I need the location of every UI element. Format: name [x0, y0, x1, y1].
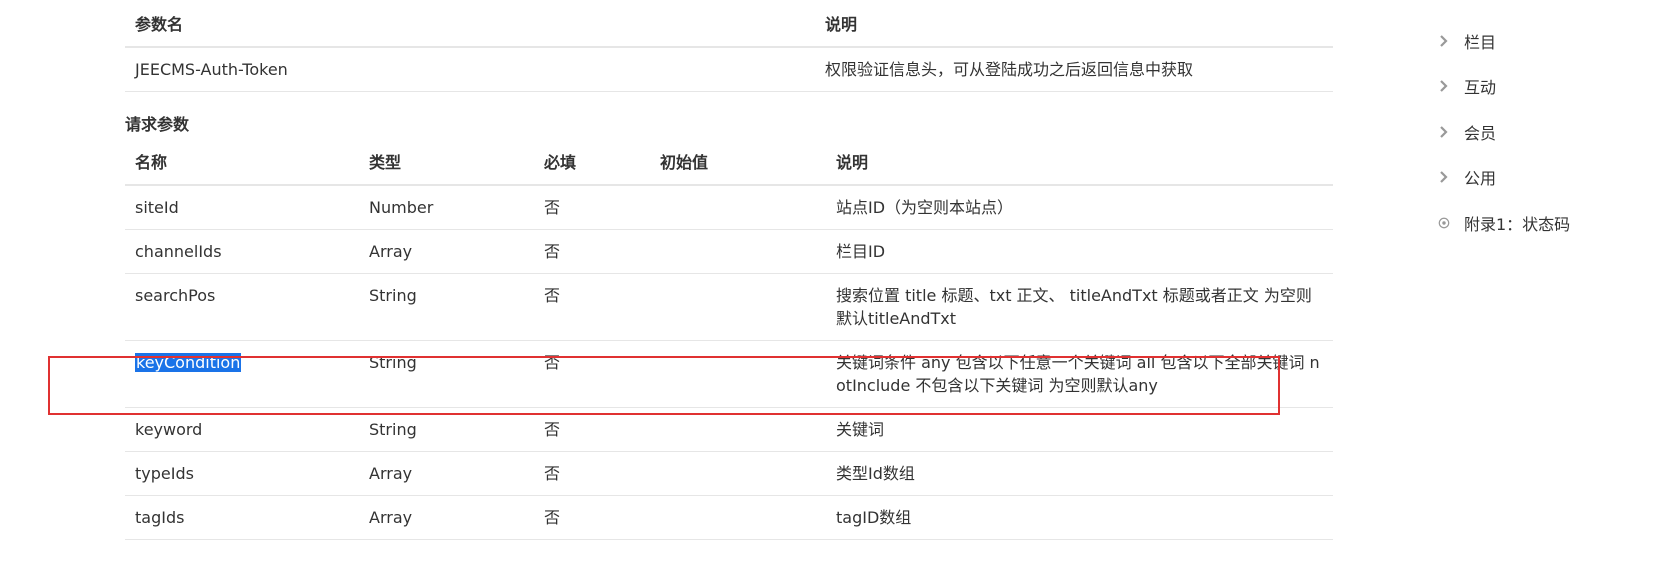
cell-type: String: [359, 407, 534, 452]
column-header-description: 说明: [815, 0, 1333, 48]
column-header-required: 必填: [534, 138, 650, 186]
cell-name: searchPos: [125, 273, 359, 341]
cell-name: channelIds: [125, 229, 359, 274]
cell-type: String: [359, 340, 534, 408]
cell-type: Array: [359, 451, 534, 496]
cell-description: tagID数组: [826, 495, 1333, 540]
cell-name: keyword: [125, 407, 359, 452]
chevron-right-icon: [1440, 34, 1448, 47]
cell-default: [650, 185, 826, 230]
cell-param-name: JEECMS-Auth-Token: [125, 47, 815, 92]
cell-description: 权限验证信息头，可从登陆成功之后返回信息中获取: [815, 47, 1333, 92]
cell-description: 关键词: [826, 407, 1333, 452]
toc-sidebar: 栏目 互动 会员 公用 附录1：状态码: [1438, 18, 1678, 246]
column-header-default: 初始值: [650, 138, 826, 186]
table-row: typeIds Array 否 类型Id数组: [125, 451, 1333, 496]
column-header-type: 类型: [359, 138, 534, 186]
toc-item-label: 公用: [1464, 169, 1497, 189]
chevron-right-icon: [1440, 171, 1448, 184]
table-row: keyword String 否 关键词: [125, 407, 1333, 452]
cell-default: [650, 229, 826, 274]
table-row: channelIds Array 否 栏目ID: [125, 229, 1333, 274]
cell-required: 否: [534, 229, 650, 274]
cell-required: 否: [534, 495, 650, 540]
toc-item-common[interactable]: 公用: [1438, 155, 1678, 201]
toc-item-member[interactable]: 会员: [1438, 109, 1678, 155]
cell-default: [650, 451, 826, 496]
table-row: searchPos String 否 搜索位置 title 标题、txt 正文、…: [125, 273, 1333, 341]
cell-default: [650, 495, 826, 540]
table-row-selected: keyCondition String 否 关键词条件 any 包含以下任意一个…: [125, 340, 1333, 408]
table-row: tagIds Array 否 tagID数组: [125, 495, 1333, 540]
cell-default: [650, 407, 826, 452]
column-header-param-name: 参数名: [125, 0, 815, 48]
toc-item-appendix-status-code[interactable]: 附录1：状态码: [1438, 200, 1678, 246]
cell-type: Array: [359, 495, 534, 540]
cell-description: 类型Id数组: [826, 451, 1333, 496]
header-params-table: 参数名 说明 JEECMS-Auth-Token 权限验证信息头，可从登陆成功之…: [125, 0, 1333, 92]
cell-description: 搜索位置 title 标题、txt 正文、 titleAndTxt 标题或者正文…: [826, 273, 1333, 341]
main-content: 参数名 说明 JEECMS-Auth-Token 权限验证信息头，可从登陆成功之…: [125, 0, 1333, 540]
table-header-row: 名称 类型 必填 初始值 说明: [125, 138, 1333, 186]
request-params-table: 名称 类型 必填 初始值 说明 siteId Number 否 站点ID（为空则…: [125, 138, 1333, 540]
cell-description: 站点ID（为空则本站点）: [826, 185, 1333, 230]
toc-item-label: 互动: [1464, 78, 1497, 98]
cell-required: 否: [534, 273, 650, 341]
chevron-right-icon: [1440, 80, 1448, 93]
target-circle-icon: [1438, 217, 1450, 229]
table-header-row: 参数名 说明: [125, 0, 1333, 48]
cell-description: 栏目ID: [826, 229, 1333, 274]
toc-item-label: 栏目: [1464, 32, 1497, 52]
selected-text[interactable]: keyCondition: [135, 353, 242, 372]
cell-default: [650, 273, 826, 341]
api-doc-page: 参数名 说明 JEECMS-Auth-Token 权限验证信息头，可从登陆成功之…: [0, 0, 1678, 572]
cell-default: [650, 340, 826, 408]
toc-item-interaction[interactable]: 互动: [1438, 64, 1678, 110]
cell-description: 关键词条件 any 包含以下任意一个关键词 all 包含以下全部关键词 notI…: [826, 340, 1333, 408]
cell-type: Number: [359, 185, 534, 230]
cell-type: String: [359, 273, 534, 341]
cell-required: 否: [534, 185, 650, 230]
cell-name: typeIds: [125, 451, 359, 496]
cell-required: 否: [534, 340, 650, 408]
cell-name: tagIds: [125, 495, 359, 540]
cell-required: 否: [534, 451, 650, 496]
toc-item-label: 附录1：状态码: [1464, 214, 1571, 234]
request-params-title: 请求参数: [125, 115, 190, 134]
table-row: siteId Number 否 站点ID（为空则本站点）: [125, 185, 1333, 230]
cell-name: siteId: [125, 185, 359, 230]
table-row: JEECMS-Auth-Token 权限验证信息头，可从登陆成功之后返回信息中获…: [125, 47, 1333, 92]
toc-item-channel[interactable]: 栏目: [1438, 18, 1678, 64]
chevron-right-icon: [1440, 125, 1448, 138]
cell-name[interactable]: keyCondition: [125, 340, 359, 408]
toc-item-label: 会员: [1464, 123, 1497, 143]
cell-required: 否: [534, 407, 650, 452]
cell-type: Array: [359, 229, 534, 274]
column-header-description: 说明: [826, 138, 1333, 186]
